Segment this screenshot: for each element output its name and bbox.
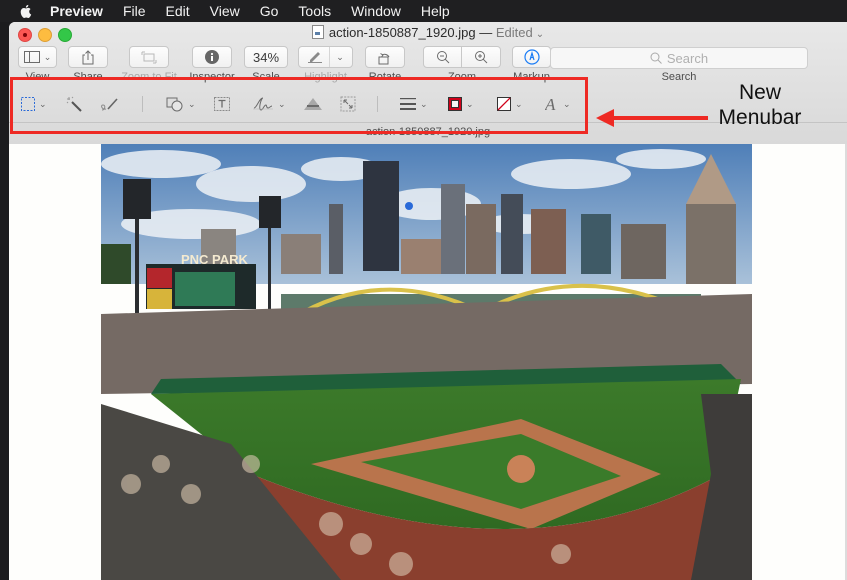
- jpeg-document-icon: [311, 25, 324, 39]
- zoom-in-icon: [475, 51, 488, 64]
- title-separator: —: [479, 25, 493, 40]
- menu-window[interactable]: Window: [351, 3, 401, 19]
- zoom-in-button[interactable]: [462, 46, 501, 68]
- search-input[interactable]: Search: [550, 47, 808, 69]
- share-button[interactable]: [68, 46, 108, 68]
- annotation-line-2: Menubar: [718, 106, 802, 129]
- system-menubar: Preview File Edit View Go Tools Window H…: [0, 0, 847, 22]
- annotation-line-1: New: [738, 81, 781, 104]
- scoreboard-screen: [175, 272, 235, 306]
- share-icon: [82, 49, 94, 64]
- trees-left: [101, 244, 131, 284]
- segment-divider: [329, 47, 331, 67]
- zoom-out-icon: [436, 51, 449, 64]
- rotate-button[interactable]: [365, 46, 405, 68]
- inspector-button[interactable]: [192, 46, 232, 68]
- view-button[interactable]: ⌄: [18, 46, 57, 68]
- apple-logo-icon[interactable]: [18, 3, 34, 19]
- light-tower-mid: [259, 196, 281, 228]
- scale-button[interactable]: 34%: [244, 46, 288, 68]
- menu-go[interactable]: Go: [260, 3, 279, 19]
- chevron-down-icon[interactable]: ⌄: [336, 52, 344, 63]
- highlight-annotation-box: [10, 77, 588, 134]
- window-title[interactable]: action-1850887_1920.jpg — Edited ⌄: [9, 25, 847, 40]
- menu-file[interactable]: File: [123, 3, 146, 19]
- scoreboard-ad: [147, 289, 172, 309]
- stadium-photo[interactable]: PNC PARK: [101, 144, 752, 580]
- menu-help[interactable]: Help: [421, 3, 450, 19]
- sidebar-icon: [23, 51, 40, 63]
- search-icon: [650, 52, 662, 64]
- light-tower-left: [123, 179, 151, 219]
- info-icon: [205, 50, 219, 64]
- highlighter-icon: [308, 52, 323, 63]
- zoom-out-button[interactable]: [423, 46, 462, 68]
- photo-image: PNC PARK: [101, 144, 752, 580]
- edited-status: Edited: [495, 25, 533, 40]
- chevron-down-icon[interactable]: ⌄: [536, 29, 544, 40]
- highlight-button[interactable]: ⌄: [298, 46, 353, 68]
- cursor-dot: [405, 202, 413, 210]
- menu-tools[interactable]: Tools: [298, 3, 331, 19]
- scoreboard-trib: [147, 268, 172, 288]
- rotate-icon: [378, 52, 390, 64]
- menu-view[interactable]: View: [210, 3, 240, 19]
- window-title-filename: action-1850887_1920.jpg: [328, 25, 476, 40]
- search-placeholder: Search: [666, 50, 709, 66]
- menu-edit[interactable]: Edit: [166, 3, 190, 19]
- chevron-down-icon: ⌄: [43, 51, 52, 62]
- pnc-park-sign: PNC PARK: [181, 252, 249, 267]
- menu-preview[interactable]: Preview: [50, 3, 103, 19]
- annotation-arrow-icon: [596, 109, 708, 127]
- markup-button[interactable]: [512, 46, 551, 68]
- markup-pen-icon: [523, 49, 540, 65]
- pitchers-mound: [507, 455, 535, 483]
- zoom-to-fit-icon: [141, 51, 157, 63]
- zoom-to-fit-button: [129, 46, 169, 68]
- annotation-label: New Menubar: [700, 80, 820, 130]
